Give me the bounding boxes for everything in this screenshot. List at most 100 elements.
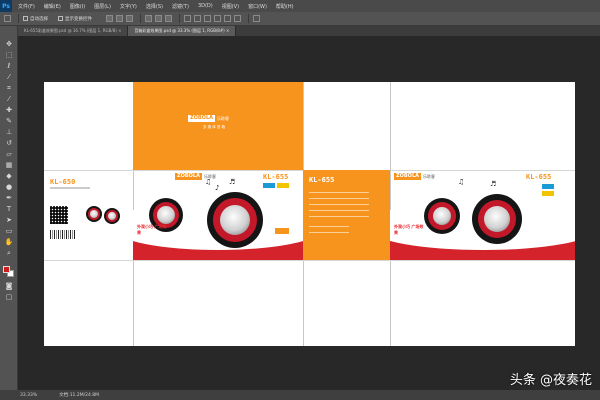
menu-image[interactable]: 图像(I): [70, 3, 85, 10]
spec-line: [50, 187, 90, 189]
clone-stamp-tool-icon[interactable]: ⊥: [4, 128, 14, 136]
move-tool-preset-icon[interactable]: [4, 15, 11, 22]
shape-tool-icon[interactable]: ▭: [4, 227, 14, 235]
gradient-tool-icon[interactable]: ▦: [4, 161, 14, 169]
brand-logo: ZOBOLA 乐聆客: [188, 115, 229, 122]
menu-edit[interactable]: 编辑(E): [44, 3, 61, 10]
model-number: KL-655: [526, 173, 552, 181]
align-top-icon[interactable]: [106, 15, 113, 22]
divider: [179, 14, 180, 23]
auto-align-icon[interactable]: [253, 15, 260, 22]
menu-filter[interactable]: 滤镜(T): [172, 3, 189, 10]
menu-select[interactable]: 选择(S): [146, 3, 163, 10]
tab-document-1[interactable]: KL-655彩盒效果图.psd @ 16.7% (图层 1, RGB/8) ×: [18, 26, 129, 36]
marquee-tool-icon[interactable]: ⬚: [4, 51, 14, 59]
speaker-image: [472, 194, 522, 244]
quick-mask-icon[interactable]: ◙: [4, 282, 14, 290]
speaker-image: [207, 192, 263, 248]
foreground-color-swatch[interactable]: [3, 266, 10, 273]
blur-tool-icon[interactable]: ◆: [4, 172, 14, 180]
menu-help[interactable]: 帮助(H): [276, 3, 294, 10]
music-note-icon: ♬: [490, 180, 497, 188]
distribute-top-icon[interactable]: [184, 15, 191, 22]
eraser-tool-icon[interactable]: ▱: [4, 150, 14, 158]
brand-logo: ZOBOLA 乐聆客: [394, 173, 435, 180]
path-selection-tool-icon[interactable]: ➤: [4, 216, 14, 224]
align-right-icon[interactable]: [165, 15, 172, 22]
tab-document-2[interactable]: 音箱彩盒效果图.psd @ 33.3% (图层 1, RGB/8#) ×: [128, 26, 237, 36]
move-tool-icon[interactable]: ✥: [4, 40, 14, 48]
spec-line: [309, 192, 369, 193]
spec-line: [309, 204, 369, 205]
zoom-tool-icon[interactable]: ⌕: [4, 249, 14, 257]
eyedropper-tool-icon[interactable]: ⁄: [4, 95, 14, 103]
healing-brush-tool-icon[interactable]: ✚: [4, 106, 14, 114]
crop-tool-icon[interactable]: ⌗: [4, 84, 14, 92]
menu-type[interactable]: 文字(Y): [120, 3, 137, 10]
side-panel-left: KL-650: [44, 170, 133, 260]
brand-name: ZOBOLA: [394, 173, 421, 180]
distribute-middle-icon[interactable]: [194, 15, 201, 22]
distribute-right-icon[interactable]: [234, 15, 241, 22]
align-center-icon[interactable]: [155, 15, 162, 22]
align-left-icon[interactable]: [145, 15, 152, 22]
guide-line: [44, 260, 575, 261]
brand-tag: 乐聆客: [423, 173, 435, 179]
watermark: 头条 @夜奏花: [509, 373, 592, 388]
divider: [140, 14, 141, 23]
screen-mode-icon[interactable]: ▢: [4, 293, 14, 301]
status-bar: 33.33% 文档:11.2M/24.8M: [0, 390, 600, 400]
brush-tool-icon[interactable]: ✎: [4, 117, 14, 125]
menu-file[interactable]: 文件(F): [18, 3, 35, 10]
canvas-area[interactable]: ZOBOLA 乐聆客 多 媒 体 音 箱 KL-650 ZOBOLA 乐聆客 K…: [18, 36, 600, 390]
distribute-bottom-icon[interactable]: [204, 15, 211, 22]
document-size: 文档:11.2M/24.8M: [59, 393, 100, 398]
feature-badge: [542, 184, 554, 189]
music-note-icon: ♫: [458, 178, 465, 186]
pen-tool-icon[interactable]: ✒: [4, 194, 14, 202]
spec-line: [309, 226, 349, 227]
auto-select-label: 自动选择: [30, 16, 48, 22]
photoshop-logo-icon: Ps: [0, 0, 12, 12]
brand-tag: 乐聆客: [217, 115, 229, 121]
zoom-level[interactable]: 33.33%: [20, 393, 37, 398]
hand-tool-icon[interactable]: ✋: [4, 238, 14, 246]
lasso-tool-icon[interactable]: ℓ: [4, 62, 14, 70]
music-note-icon: ♬: [229, 178, 236, 186]
spec-panel: KL-655: [303, 170, 390, 260]
menu-layer[interactable]: 图层(L): [94, 3, 111, 10]
photoshop-window: Ps 文件(F) 编辑(E) 图像(I) 图层(L) 文字(Y) 选择(S) 滤…: [0, 0, 600, 400]
distribute-left-icon[interactable]: [214, 15, 221, 22]
menu-window[interactable]: 窗口(W): [248, 3, 267, 10]
align-bottom-icon[interactable]: [126, 15, 133, 22]
auto-select-checkbox[interactable]: [23, 16, 28, 21]
transform-controls-label: 显示变换控件: [65, 16, 92, 22]
tagline-text: 外观小巧 广场效果: [137, 224, 167, 235]
dodge-tool-icon[interactable]: ●: [4, 183, 14, 191]
model-number: KL-655: [263, 173, 289, 181]
brand-name: ZOBOLA: [175, 173, 202, 180]
distribute-center-icon[interactable]: [224, 15, 231, 22]
menu-3d[interactable]: 3D(D): [198, 3, 213, 9]
transform-controls-checkbox[interactable]: [58, 16, 63, 21]
packaging-dieline-document[interactable]: ZOBOLA 乐聆客 多 媒 体 音 箱 KL-650 ZOBOLA 乐聆客 K…: [44, 82, 575, 346]
feature-badge: [277, 183, 289, 188]
music-note-icon: ♪: [215, 184, 220, 192]
front-panel: ZOBOLA 乐聆客 KL-655 ♫ ♪ ♬ 外观小巧 广场效果: [133, 170, 303, 260]
back-panel: ZOBOLA 乐聆客 KL-655 ♫ ♬ 外观小巧 广场效果: [390, 170, 575, 260]
speaker-image: [86, 206, 102, 222]
model-number: KL-650: [50, 178, 76, 186]
options-bar: 自动选择 显示变换控件: [0, 12, 600, 26]
top-flap-panel: ZOBOLA 乐聆客 多 媒 体 音 箱: [133, 82, 303, 170]
divider: [18, 14, 19, 23]
type-tool-icon[interactable]: T: [4, 205, 14, 213]
music-note-icon: ♫: [205, 178, 212, 186]
divider: [248, 14, 249, 23]
align-middle-icon[interactable]: [116, 15, 123, 22]
history-brush-tool-icon[interactable]: ↺: [4, 139, 14, 147]
menu-view[interactable]: 视图(V): [222, 3, 239, 10]
quick-select-tool-icon[interactable]: ⁄: [4, 73, 14, 81]
menu-bar: Ps 文件(F) 编辑(E) 图像(I) 图层(L) 文字(Y) 选择(S) 滤…: [0, 0, 600, 12]
spec-line: [309, 210, 369, 211]
model-number: KL-655: [309, 176, 335, 184]
